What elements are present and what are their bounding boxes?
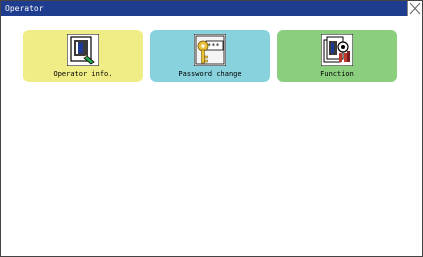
function-button[interactable]: Function	[277, 30, 397, 82]
operator-window: Operator Operator info. *** Password cha…	[0, 0, 423, 257]
function-label: Function	[320, 70, 354, 78]
password-change-label: Password change	[178, 70, 242, 78]
operator-info-label: Operator info.	[53, 70, 113, 78]
password-key-icon: ***	[193, 33, 227, 67]
window-title: Operator	[5, 4, 44, 13]
function-icon	[320, 33, 354, 67]
close-icon	[409, 2, 421, 15]
svg-text:***: ***	[207, 42, 220, 50]
operator-info-icon	[66, 33, 100, 67]
title-bar: Operator	[1, 1, 422, 16]
close-button[interactable]	[407, 1, 422, 16]
operator-info-button[interactable]: Operator info.	[23, 30, 143, 82]
password-change-button[interactable]: *** Password change	[150, 30, 270, 82]
